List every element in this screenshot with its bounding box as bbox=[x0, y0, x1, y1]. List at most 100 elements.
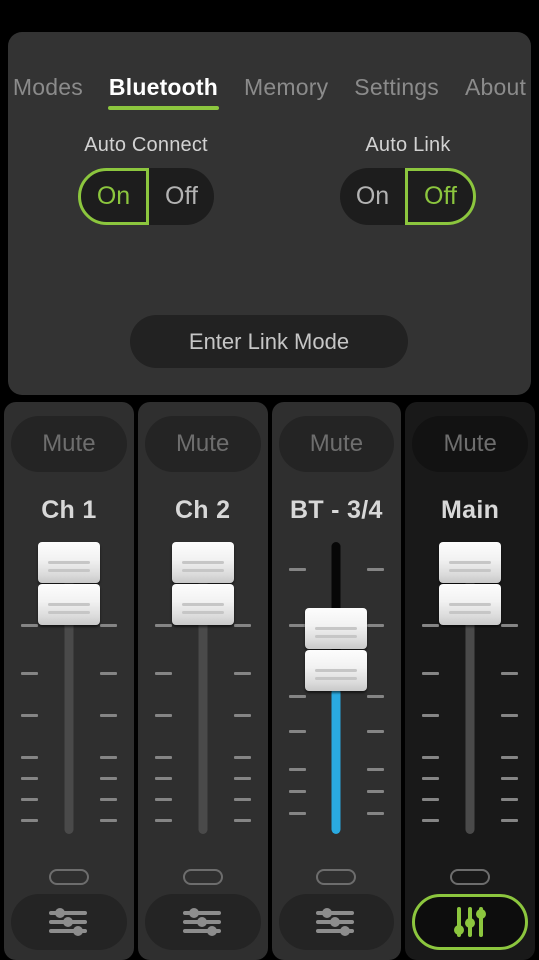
app-root: Modes Bluetooth Memory Settings About Au… bbox=[0, 0, 539, 960]
fader-ch2[interactable] bbox=[138, 540, 268, 840]
channel-label-bt: BT - 3/4 bbox=[290, 496, 383, 524]
fader-tick bbox=[501, 819, 518, 822]
pan-indicator-bt[interactable] bbox=[316, 869, 357, 885]
fader-cap-lower[interactable] bbox=[305, 650, 368, 691]
channel-settings-button-ch1[interactable] bbox=[11, 894, 127, 950]
fader-tick bbox=[422, 714, 440, 717]
fader-tick bbox=[422, 672, 440, 675]
fader-cap-lower[interactable] bbox=[439, 584, 502, 625]
fader-cap-upper[interactable] bbox=[171, 542, 234, 583]
fader-tick bbox=[21, 819, 38, 822]
fader-tick bbox=[21, 672, 38, 675]
fader-tick bbox=[288, 812, 306, 815]
fader-tick bbox=[367, 695, 385, 698]
tab-about[interactable]: About bbox=[452, 74, 539, 101]
tab-active-underline bbox=[107, 106, 220, 110]
fader-tick bbox=[21, 777, 38, 780]
fader-tick bbox=[21, 798, 38, 801]
auto-connect-group: Auto Connect On Off bbox=[38, 134, 254, 225]
fader-tick bbox=[99, 756, 117, 759]
fader-tick bbox=[501, 714, 518, 717]
channel-settings-button-ch2[interactable] bbox=[144, 894, 261, 950]
auto-link-toggle[interactable]: On Off bbox=[340, 168, 476, 225]
fader-tick bbox=[233, 798, 251, 801]
fader-tick bbox=[367, 730, 385, 733]
fader-tick bbox=[501, 798, 518, 801]
channel-settings-button-bt[interactable] bbox=[278, 894, 395, 950]
tab-bluetooth[interactable]: Bluetooth bbox=[96, 74, 231, 110]
fader-tick bbox=[99, 798, 117, 801]
channel-label-main: Main bbox=[441, 496, 500, 524]
tab-memory[interactable]: Memory bbox=[231, 74, 341, 101]
fader-cap-upper[interactable] bbox=[305, 608, 368, 649]
horizontal-sliders-icon bbox=[316, 908, 355, 936]
mute-button-ch1[interactable]: Mute bbox=[11, 416, 127, 472]
tab-about-label: About bbox=[465, 74, 527, 100]
fader-bt[interactable] bbox=[272, 540, 402, 840]
channel-strip-ch2[interactable]: Mute Ch 2 bbox=[137, 402, 268, 960]
fader-tick bbox=[154, 798, 172, 801]
mute-button-bt[interactable]: Mute bbox=[278, 416, 395, 472]
auto-link-on-option[interactable]: On bbox=[340, 168, 405, 225]
fader-tick bbox=[288, 624, 306, 627]
fader-tick bbox=[154, 672, 172, 675]
enter-link-mode-button[interactable]: Enter Link Mode bbox=[130, 315, 408, 368]
tab-bluetooth-label: Bluetooth bbox=[108, 74, 219, 100]
fader-main[interactable] bbox=[405, 540, 535, 840]
channel-strip-ch1[interactable]: Mute Ch 1 bbox=[4, 402, 134, 960]
mute-button-main[interactable]: Mute bbox=[412, 416, 528, 472]
auto-link-group: Auto Link On Off bbox=[300, 134, 516, 225]
pan-indicator-ch2[interactable] bbox=[182, 869, 223, 885]
fader-tick bbox=[233, 672, 251, 675]
fader-tick bbox=[154, 777, 172, 780]
fader-tick bbox=[21, 756, 38, 759]
tab-memory-label: Memory bbox=[244, 74, 329, 100]
fader-cap-lower[interactable] bbox=[37, 584, 100, 625]
fader-tick bbox=[21, 624, 38, 627]
auto-connect-off-option[interactable]: Off bbox=[149, 168, 214, 225]
fader-cap-upper[interactable] bbox=[37, 542, 100, 583]
fader-tick bbox=[233, 714, 251, 717]
fader-tick bbox=[21, 714, 38, 717]
auto-connect-toggle[interactable]: On Off bbox=[78, 168, 214, 225]
fader-tick bbox=[99, 819, 117, 822]
pan-indicator-ch1[interactable] bbox=[48, 869, 89, 885]
mute-button-ch2[interactable]: Mute bbox=[144, 416, 261, 472]
fader-tick bbox=[367, 812, 385, 815]
auto-link-off-option[interactable]: Off bbox=[405, 168, 476, 225]
fader-tick bbox=[288, 730, 306, 733]
tab-settings[interactable]: Settings bbox=[341, 74, 452, 101]
fader-cap-lower[interactable] bbox=[171, 584, 234, 625]
channel-strip-main[interactable]: Mute Main bbox=[405, 402, 535, 960]
fader-tick bbox=[501, 756, 518, 759]
fader-tick bbox=[233, 624, 251, 627]
fader-tick bbox=[154, 624, 172, 627]
fader-ch1[interactable] bbox=[4, 540, 134, 840]
tab-modes-label: Modes bbox=[12, 74, 83, 100]
fader-tick bbox=[288, 768, 306, 771]
tab-modes[interactable]: Modes bbox=[0, 74, 96, 101]
channel-settings-button-main[interactable] bbox=[412, 894, 528, 950]
fader-tick bbox=[154, 756, 172, 759]
horizontal-sliders-icon bbox=[48, 908, 87, 936]
pan-indicator-main[interactable] bbox=[450, 869, 491, 885]
auto-connect-label: Auto Connect bbox=[84, 134, 208, 156]
channel-label-ch2: Ch 2 bbox=[174, 496, 231, 524]
fader-tick bbox=[422, 819, 440, 822]
fader-tick bbox=[367, 768, 385, 771]
fader-tick bbox=[288, 568, 306, 571]
channel-strip-bt[interactable]: Mute BT - 3/4 bbox=[271, 402, 402, 960]
fader-tick bbox=[367, 624, 385, 627]
fader-tick bbox=[233, 756, 251, 759]
fader-tick bbox=[501, 624, 518, 627]
fader-tick bbox=[422, 756, 440, 759]
channel-label-ch1: Ch 1 bbox=[41, 496, 97, 524]
horizontal-sliders-icon bbox=[182, 908, 221, 936]
auto-connect-on-option[interactable]: On bbox=[78, 168, 149, 225]
fader-cap-upper[interactable] bbox=[439, 542, 502, 583]
fader-fill bbox=[331, 688, 341, 834]
fader-tick bbox=[233, 819, 251, 822]
tab-bar: Modes Bluetooth Memory Settings About bbox=[8, 74, 531, 110]
fader-tick bbox=[501, 672, 518, 675]
fader-tick bbox=[367, 568, 385, 571]
